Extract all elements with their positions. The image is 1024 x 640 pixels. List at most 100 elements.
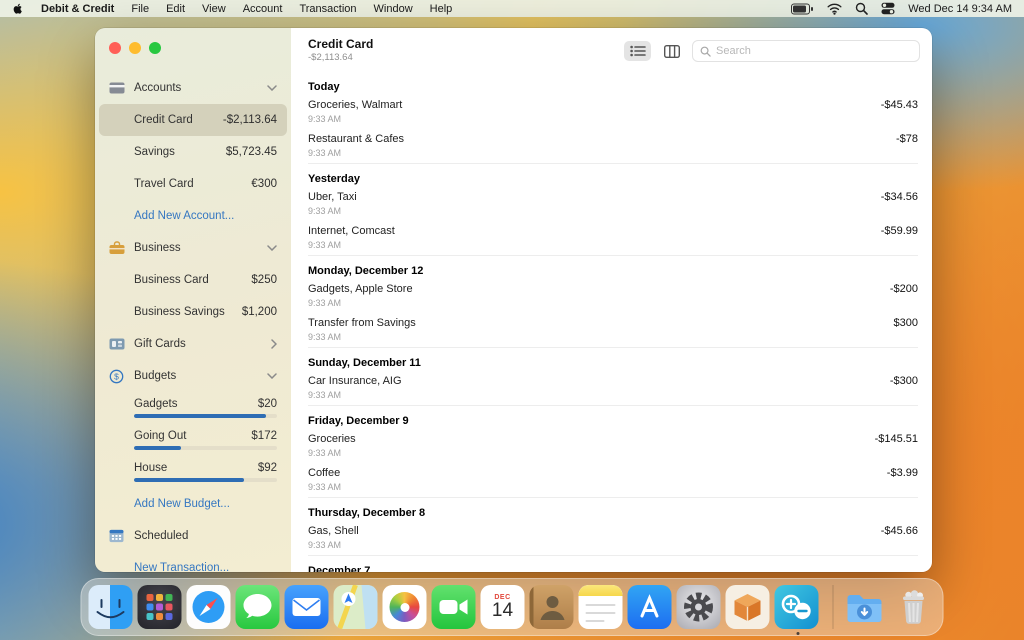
- transaction-row[interactable]: Car Insurance, AIG 9:33 AM -$300: [308, 371, 918, 405]
- budget-remaining: $92: [258, 462, 277, 474]
- briefcase-icon: [109, 240, 126, 256]
- transaction-row[interactable]: Restaurant & Cafes 9:33 AM -$78: [308, 129, 918, 163]
- sidebar-group-business[interactable]: Business: [95, 232, 291, 264]
- dock-downloads-icon[interactable]: [843, 585, 887, 629]
- account-balance: -$2,113.64: [223, 114, 277, 126]
- minimize-button[interactable]: [129, 42, 141, 54]
- menu-window[interactable]: Window: [374, 3, 413, 15]
- account-label: Business Savings: [134, 306, 236, 318]
- dock-mail-icon[interactable]: [285, 585, 329, 629]
- dock-calendar-icon[interactable]: DEC 14: [481, 585, 525, 629]
- section-header: December 7: [308, 556, 918, 572]
- transaction-section-dec-12: Monday, December 12 Gadgets, Apple Store…: [308, 256, 918, 348]
- add-new-budget-link[interactable]: Add New Budget...: [95, 488, 291, 520]
- menu-account[interactable]: Account: [243, 3, 283, 15]
- add-new-account-link[interactable]: Add New Account...: [95, 200, 291, 232]
- column-view-button[interactable]: [658, 41, 685, 61]
- spotlight-search-icon[interactable]: [855, 2, 868, 15]
- section-header: Yesterday: [308, 164, 918, 187]
- close-button[interactable]: [109, 42, 121, 54]
- transaction-row[interactable]: Groceries, Walmart 9:33 AM -$45.43: [308, 95, 918, 129]
- dock-debit-credit-icon[interactable]: [775, 585, 819, 629]
- dock-finder-icon[interactable]: [89, 585, 133, 629]
- transaction-row[interactable]: Gadgets, Apple Store 9:33 AM -$200: [308, 279, 918, 313]
- sidebar-group-accounts[interactable]: Accounts: [95, 72, 291, 104]
- menu-file[interactable]: File: [131, 3, 149, 15]
- sidebar: Accounts Credit Card -$2,113.64 Savings …: [95, 28, 291, 572]
- transaction-title: Transfer from Savings: [308, 317, 416, 330]
- list-view-icon: [630, 45, 646, 57]
- dock-trash-icon[interactable]: [892, 585, 936, 629]
- chevron-right-icon[interactable]: [271, 339, 277, 349]
- dock-messages-icon[interactable]: [236, 585, 280, 629]
- dock: DEC 14: [81, 578, 944, 636]
- sidebar-item-budget-house[interactable]: House $92: [95, 456, 291, 488]
- wifi-icon[interactable]: [827, 3, 842, 15]
- sidebar-item-business-savings[interactable]: Business Savings $1,200: [95, 296, 291, 328]
- photos-pinwheel: [390, 592, 420, 622]
- control-center-icon[interactable]: [881, 2, 895, 15]
- svg-text:$: $: [114, 371, 119, 381]
- transaction-row[interactable]: Uber, Taxi 9:33 AM -$34.56: [308, 187, 918, 221]
- sidebar-group-budgets[interactable]: $ Budgets: [95, 360, 291, 392]
- account-balance-subtitle: -$2,113.64: [308, 53, 373, 64]
- new-transaction-link[interactable]: New Transaction...: [95, 552, 291, 572]
- dock-facetime-icon[interactable]: [432, 585, 476, 629]
- transaction-title: Gas, Shell: [308, 525, 359, 538]
- menu-transaction[interactable]: Transaction: [299, 3, 356, 15]
- menu-app-name[interactable]: Debit & Credit: [41, 3, 114, 15]
- chevron-down-icon[interactable]: [267, 245, 277, 251]
- transaction-row[interactable]: Gas, Shell 9:33 AM -$45.66: [308, 521, 918, 555]
- dock-package-icon[interactable]: [726, 585, 770, 629]
- dock-photos-icon[interactable]: [383, 585, 427, 629]
- sidebar-group-gift-cards[interactable]: Gift Cards: [95, 328, 291, 360]
- transaction-amount: -$3.99: [887, 467, 918, 480]
- page-title: Credit Card: [308, 38, 373, 52]
- chevron-down-icon[interactable]: [267, 373, 277, 379]
- menu-view[interactable]: View: [202, 3, 226, 15]
- search-input[interactable]: [716, 45, 912, 57]
- dock-contacts-icon[interactable]: [530, 585, 574, 629]
- transaction-title: Gadgets, Apple Store: [308, 283, 413, 296]
- credit-card-icon: [109, 80, 126, 96]
- search-field[interactable]: [692, 40, 920, 62]
- sidebar-item-budget-gadgets[interactable]: Gadgets $20: [95, 392, 291, 424]
- apple-menu[interactable]: [12, 2, 24, 15]
- menu-help[interactable]: Help: [430, 3, 453, 15]
- menu-bar: Debit & Credit File Edit View Account Tr…: [0, 0, 1024, 17]
- list-view-button[interactable]: [624, 41, 651, 61]
- battery-icon[interactable]: [791, 3, 814, 15]
- chevron-down-icon[interactable]: [267, 85, 277, 91]
- dock-settings-icon[interactable]: [677, 585, 721, 629]
- sidebar-item-scheduled[interactable]: Scheduled: [95, 520, 291, 552]
- dock-launchpad-icon[interactable]: [138, 585, 182, 629]
- menu-edit[interactable]: Edit: [166, 3, 185, 15]
- zoom-button[interactable]: [149, 42, 161, 54]
- dock-maps-icon[interactable]: [334, 585, 378, 629]
- transaction-row[interactable]: Transfer from Savings 9:33 AM $300: [308, 313, 918, 347]
- sidebar-item-business-card[interactable]: Business Card $250: [95, 264, 291, 296]
- column-view-icon: [664, 45, 680, 58]
- transaction-row[interactable]: Groceries 9:33 AM -$145.51: [308, 429, 918, 463]
- sidebar-item-travel-card[interactable]: Travel Card €300: [95, 168, 291, 200]
- transaction-amount: -$45.43: [881, 99, 918, 112]
- transaction-row[interactable]: Coffee 9:33 AM -$3.99: [308, 463, 918, 497]
- budget-progress-track: [134, 446, 277, 450]
- account-label: Credit Card: [134, 114, 217, 126]
- section-header: Today: [308, 72, 918, 95]
- transaction-section-today: Today Groceries, Walmart 9:33 AM -$45.43…: [308, 72, 918, 164]
- transaction-section-dec-7: December 7 Postage, USPS 9:33 AM -$11.99: [308, 556, 918, 572]
- transaction-row[interactable]: Internet, Comcast 9:33 AM -$59.99: [308, 221, 918, 255]
- dock-safari-icon[interactable]: [187, 585, 231, 629]
- budget-label: House: [134, 462, 258, 474]
- budget-remaining: $20: [258, 398, 277, 410]
- sidebar-item-budget-going-out[interactable]: Going Out $172: [95, 424, 291, 456]
- sidebar-item-credit-card[interactable]: Credit Card -$2,113.64: [99, 104, 287, 136]
- transaction-amount: -$34.56: [881, 191, 918, 204]
- transaction-section-dec-8: Thursday, December 8 Gas, Shell 9:33 AM …: [308, 498, 918, 556]
- sidebar-item-savings[interactable]: Savings $5,723.45: [95, 136, 291, 168]
- dock-app-store-icon[interactable]: [628, 585, 672, 629]
- menu-clock[interactable]: Wed Dec 14 9:34 AM: [908, 3, 1012, 15]
- dock-notes-icon[interactable]: [579, 585, 623, 629]
- section-header: Sunday, December 11: [308, 348, 918, 371]
